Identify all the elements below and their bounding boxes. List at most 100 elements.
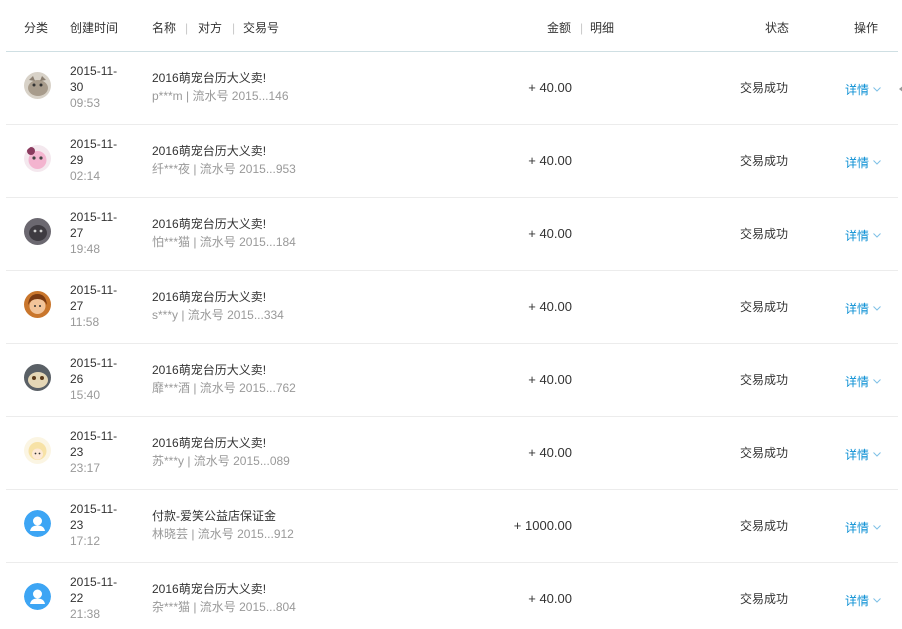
day-line: 23 [70, 445, 84, 459]
day-line: 27 [70, 226, 84, 240]
day-line: 22 [70, 591, 84, 605]
header-name: 名称 [152, 21, 177, 35]
table-row: 2015-11- 22 21:38 2016萌宠台历大义卖! 杂***猫 | 流… [6, 563, 898, 629]
transaction-meta: 杂***猫 | 流水号 2015...804 [152, 600, 296, 614]
header-status: 状态 [765, 21, 790, 35]
transaction-name: 2016萌宠台历大义卖! [152, 144, 267, 158]
header-separator: | [580, 21, 584, 35]
chevron-down-icon [873, 81, 881, 95]
header-category: 分类 [24, 21, 49, 35]
time-line: 11:58 [70, 315, 100, 329]
created-date: 2015-11- 23 23:17 [70, 429, 140, 477]
transaction-meta: 苏***y | 流水号 2015...089 [152, 454, 290, 468]
avatar [24, 145, 51, 172]
day-line: 30 [70, 80, 84, 94]
header-created-time: 创建时间 [70, 21, 119, 35]
created-date: 2015-11- 22 21:38 [70, 575, 140, 623]
chevron-down-icon [873, 227, 881, 241]
created-date: 2015-11- 26 15:40 [70, 356, 140, 404]
transaction-table: 分类 创建时间 名称 | 对方 | 交易号 金额 | 明细 状态 操作 2015… [0, 0, 902, 629]
transaction-meta: p***m | 流水号 2015...146 [152, 89, 289, 103]
time-line: 19:48 [70, 242, 101, 256]
details-label: 详情 [845, 521, 870, 535]
transaction-name: 2016萌宠台历大义卖! [152, 290, 267, 304]
header-counterparty: 对方 [198, 21, 223, 35]
date-line: 2015-11- [70, 64, 118, 78]
transaction-amount: + 1000.00 [513, 518, 572, 533]
day-line: 29 [70, 153, 84, 167]
details-button[interactable]: 详情 [845, 154, 881, 170]
date-line: 2015-11- [70, 502, 118, 516]
details-label: 详情 [845, 83, 870, 97]
date-line: 2015-11- [70, 137, 118, 151]
day-line: 27 [70, 299, 84, 313]
transaction-meta: 林晓芸 | 流水号 2015...912 [152, 527, 294, 541]
created-date: 2015-11- 27 11:58 [70, 283, 140, 331]
transaction-name: 2016萌宠台历大义卖! [152, 217, 267, 231]
transaction-amount: + 40.00 [528, 445, 572, 460]
chevron-down-icon [873, 592, 881, 606]
time-line: 09:53 [70, 96, 101, 110]
transaction-amount: + 40.00 [528, 226, 572, 241]
status-badge: 交易成功 [740, 227, 789, 241]
chevron-down-icon [873, 373, 881, 387]
header-amount: 金额 [547, 21, 572, 35]
created-date: 2015-11- 27 19:48 [70, 210, 140, 258]
table-row: 2015-11- 30 09:53 2016萌宠台历大义卖! p***m | 流… [6, 52, 902, 125]
chevron-down-icon [873, 154, 881, 168]
avatar [24, 583, 51, 610]
time-line: 17:12 [70, 534, 101, 548]
transaction-amount: + 40.00 [528, 80, 572, 95]
details-label: 详情 [845, 594, 870, 608]
transaction-name: 2016萌宠台历大义卖! [152, 436, 267, 450]
transaction-name: 2016萌宠台历大义卖! [152, 71, 267, 85]
status-badge: 交易成功 [740, 300, 789, 314]
transaction-amount: + 40.00 [528, 591, 572, 606]
header-detail: 明细 [590, 21, 615, 35]
table-row: 2015-11- 23 23:17 2016萌宠台历大义卖! 苏***y | 流… [6, 417, 898, 490]
date-line: 2015-11- [70, 356, 118, 370]
details-button[interactable]: 详情 [845, 227, 881, 243]
header-separator: | [232, 21, 236, 35]
table-row: 2015-11- 27 11:58 2016萌宠台历大义卖! s***y | 流… [6, 271, 898, 344]
chevron-down-icon [873, 446, 881, 460]
details-label: 详情 [845, 156, 870, 170]
status-badge: 交易成功 [740, 446, 789, 460]
status-badge: 交易成功 [740, 519, 789, 533]
created-date: 2015-11- 30 09:53 [70, 64, 140, 112]
transaction-meta: 怕***猫 | 流水号 2015...184 [152, 235, 296, 249]
details-button[interactable]: 详情 [845, 592, 881, 608]
chevron-down-icon [873, 519, 881, 533]
transaction-amount: + 40.00 [528, 299, 572, 314]
time-line: 23:17 [70, 461, 101, 475]
transaction-amount: + 40.00 [528, 372, 572, 387]
details-button[interactable]: 详情 [845, 300, 881, 316]
time-line: 21:38 [70, 607, 101, 621]
details-button[interactable]: 详情 [845, 373, 881, 389]
date-line: 2015-11- [70, 575, 118, 589]
created-date: 2015-11- 29 02:14 [70, 137, 140, 185]
time-line: 02:14 [70, 169, 101, 183]
table-header: 分类 创建时间 名称 | 对方 | 交易号 金额 | 明细 状态 操作 [6, 0, 898, 52]
avatar [24, 510, 51, 537]
transaction-meta: 纤***夜 | 流水号 2015...953 [152, 162, 296, 176]
details-label: 详情 [845, 229, 870, 243]
day-line: 26 [70, 372, 84, 386]
header-separator: | [185, 21, 189, 35]
avatar [24, 437, 51, 464]
transaction-name: 付款-爱笑公益店保证金 [152, 509, 276, 523]
header-transaction-number: 交易号 [243, 21, 280, 35]
details-label: 详情 [845, 302, 870, 316]
table-row: 2015-11- 29 02:14 2016萌宠台历大义卖! 纤***夜 | 流… [6, 125, 898, 198]
avatar [24, 364, 51, 391]
details-button[interactable]: 详情 [845, 446, 881, 462]
time-line: 15:40 [70, 388, 101, 402]
avatar [24, 291, 51, 318]
table-row: 2015-11- 26 15:40 2016萌宠台历大义卖! 靡***酒 | 流… [6, 344, 898, 417]
details-button[interactable]: 详情 [845, 81, 881, 97]
status-badge: 交易成功 [740, 373, 789, 387]
header-action: 操作 [854, 21, 879, 35]
avatar [24, 218, 51, 245]
details-button[interactable]: 详情 [845, 519, 881, 535]
chevron-down-icon [873, 300, 881, 314]
